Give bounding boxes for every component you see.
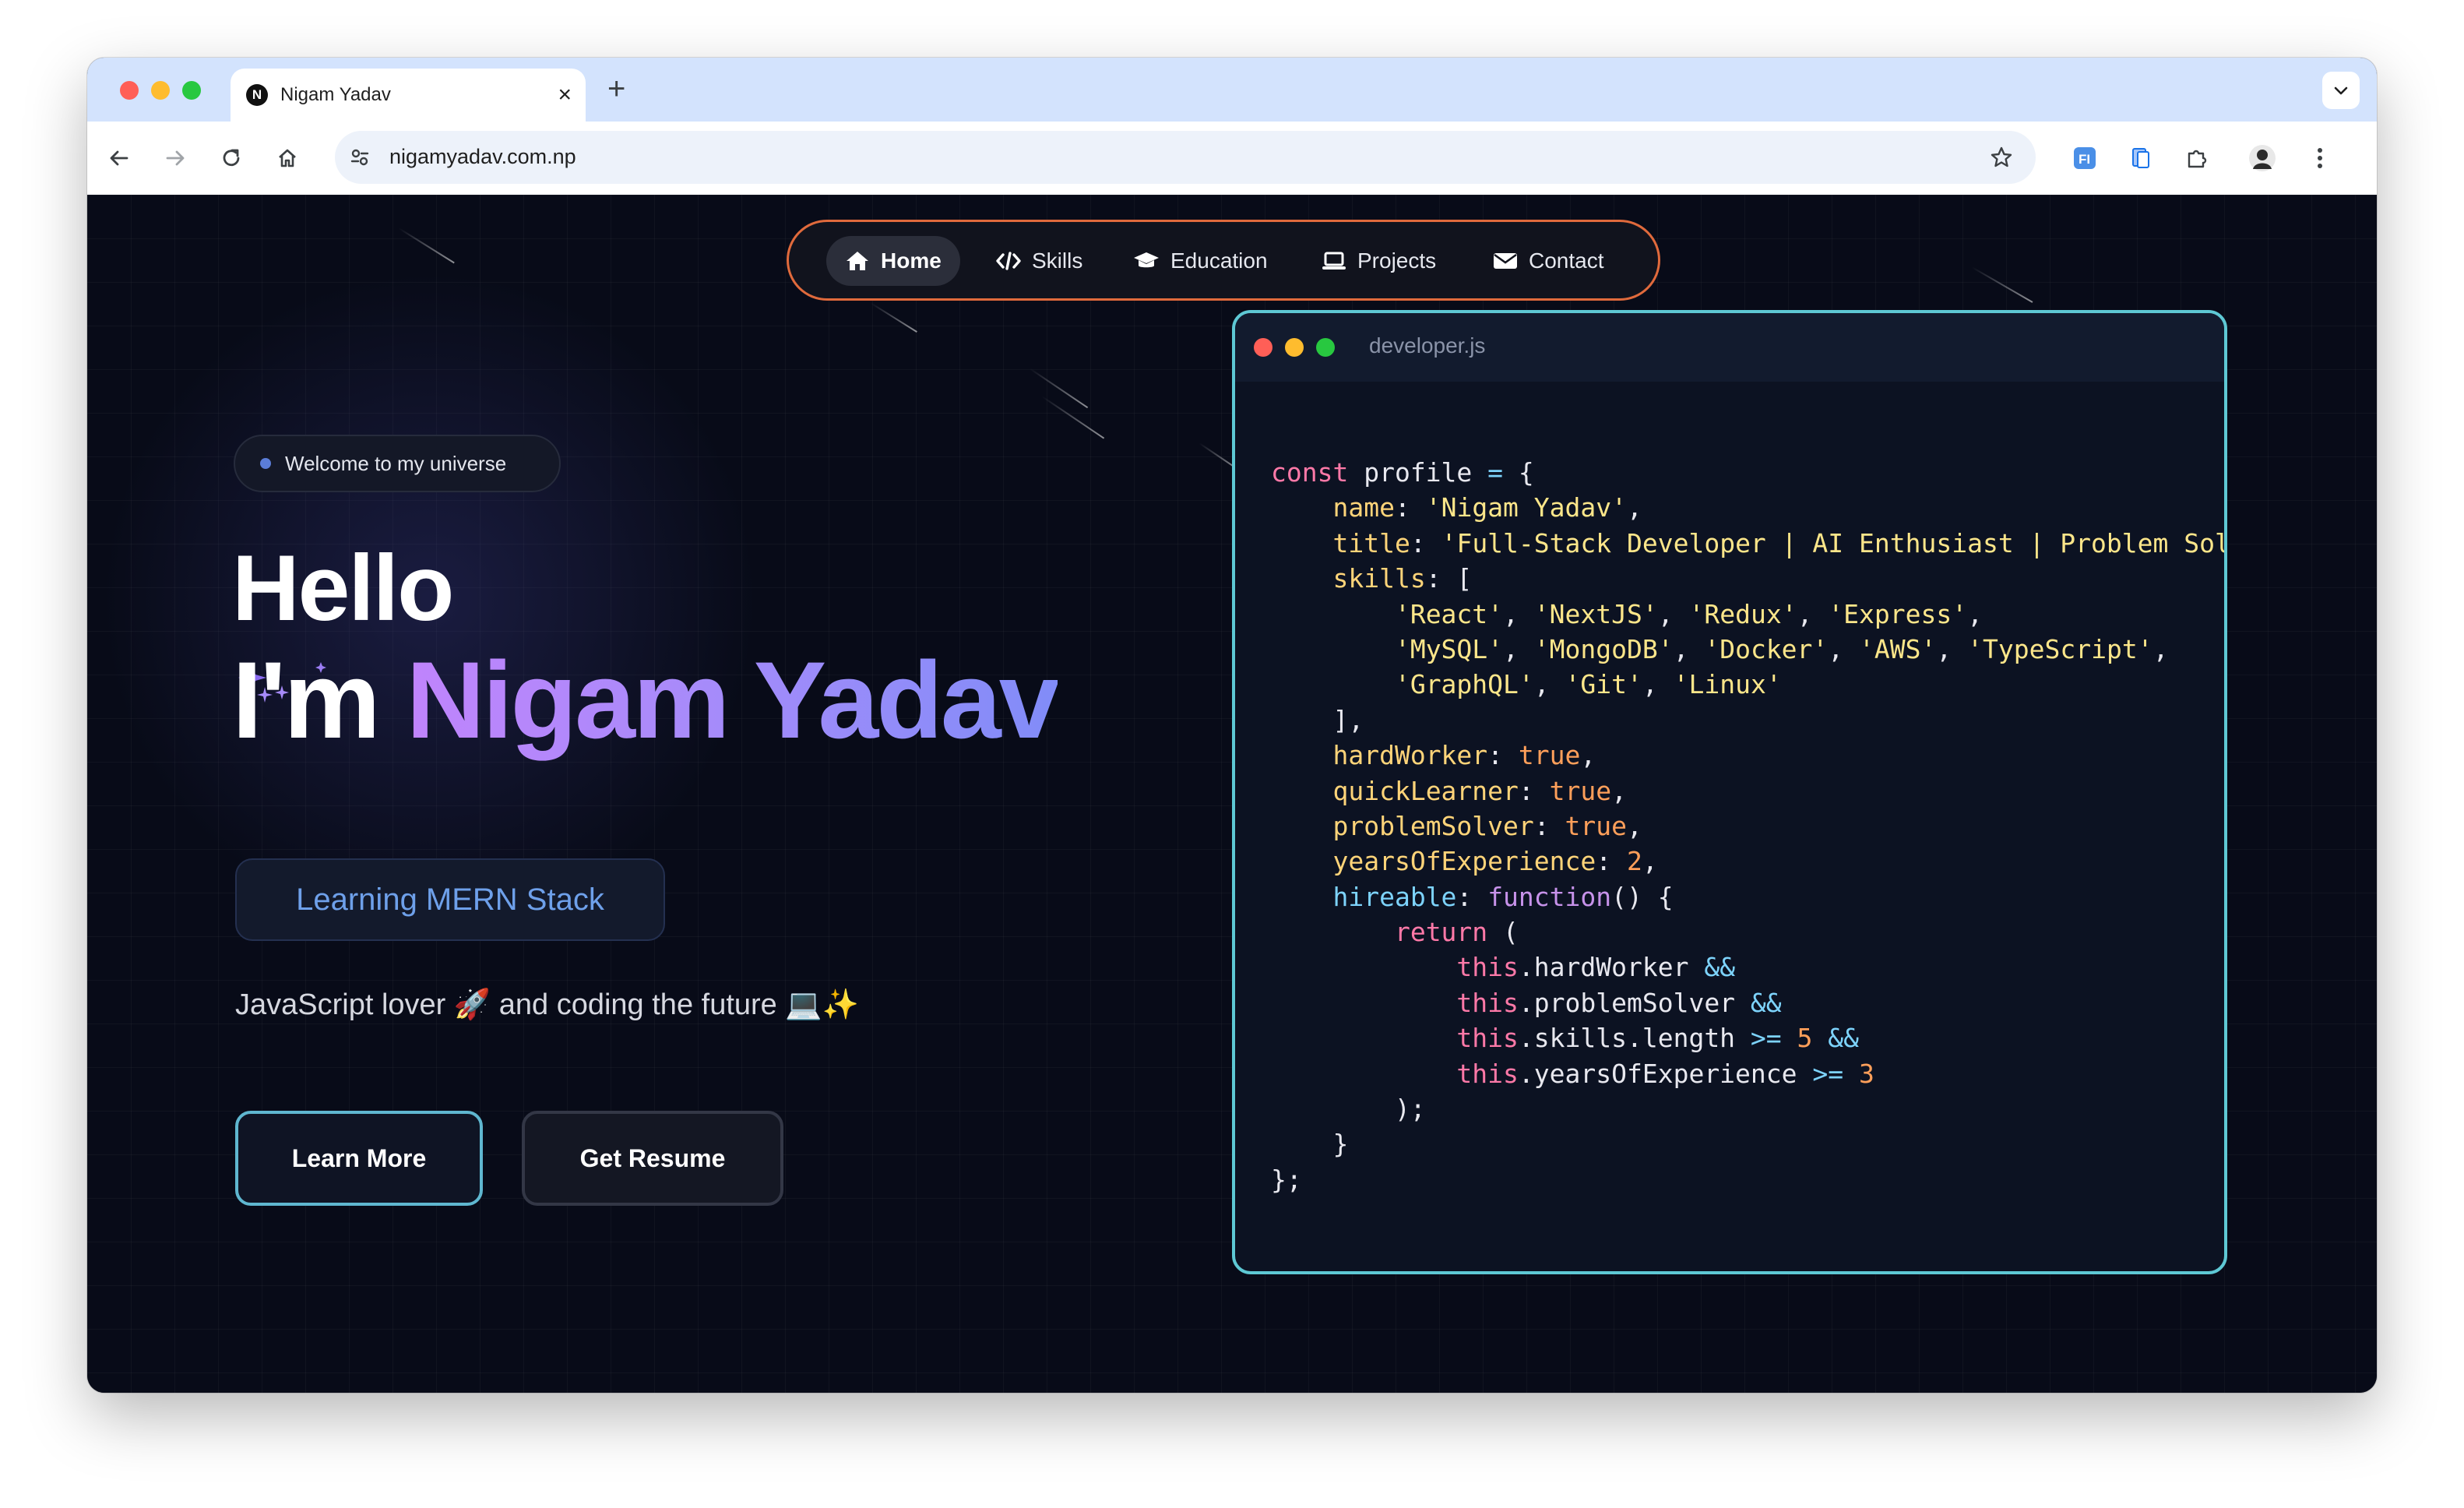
shooting-star <box>1971 266 2033 303</box>
nav-item-skills[interactable]: Skills <box>977 236 1101 286</box>
code-maximize-dot <box>1316 338 1335 357</box>
code-line: } <box>1271 1129 1349 1160</box>
tab-bar: N Nigam Yadav × + <box>87 58 2377 122</box>
typing-text-box: Learning MERN Stack <box>235 858 665 941</box>
nav-item-label: Skills <box>1032 248 1083 273</box>
browser-tab[interactable]: N Nigam Yadav × <box>231 69 586 122</box>
tab-search-button[interactable] <box>2322 72 2360 109</box>
code-icon <box>996 252 1021 270</box>
code-line: hardWorker: true, <box>1332 740 1596 771</box>
nav-item-contact[interactable]: Contact <box>1474 236 1623 286</box>
code-filename: developer.js <box>1369 333 1486 358</box>
minimize-window-button[interactable] <box>151 81 170 100</box>
code-line: skills: [ <box>1332 563 1473 594</box>
hero-tagline: JavaScript lover 🚀 and coding the future… <box>235 988 859 1021</box>
tab-close-icon[interactable]: × <box>558 79 572 111</box>
code-window: developer.js const profile = { name: 'Ni… <box>1232 310 2227 1274</box>
reload-icon[interactable] <box>213 140 249 176</box>
home-icon <box>847 252 868 270</box>
code-snippet: const profile = { name: 'Nigam Yadav', t… <box>1271 455 2227 1197</box>
extension-icon[interactable]: FI <box>2067 140 2103 176</box>
nav-item-label: Education <box>1170 248 1268 273</box>
code-line: quickLearner: true, <box>1332 775 1628 806</box>
bookmark-star-icon[interactable] <box>1984 140 2019 174</box>
browser-window: N Nigam Yadav × + nigamyadav.com.np FI H… <box>87 58 2377 1393</box>
welcome-badge: Welcome to my universe <box>234 435 561 492</box>
nav-item-home[interactable]: Home <box>826 236 960 286</box>
nav-item-projects[interactable]: Projects <box>1303 236 1455 286</box>
code-line: this.skills.length >= 5 && <box>1456 1023 1860 1054</box>
shooting-star <box>870 302 917 333</box>
code-line: 'React', 'NextJS', 'Redux', 'Express', <box>1394 598 1983 629</box>
shooting-star <box>1041 396 1105 439</box>
profile-avatar[interactable] <box>2244 140 2280 176</box>
nav-item-label: Contact <box>1529 248 1604 273</box>
laptop-icon <box>1322 252 1346 270</box>
main-nav: Home Skills Education Projects Contact <box>787 220 1660 301</box>
browser-toolbar: nigamyadav.com.np FI <box>87 122 2377 196</box>
home-icon[interactable] <box>269 140 305 176</box>
code-line: }; <box>1271 1164 1302 1195</box>
code-line: return ( <box>1394 917 1519 948</box>
portfolio-page: Home Skills Education Projects Contact W <box>87 195 2377 1393</box>
code-line: title: 'Full-Stack Developer | AI Enthus… <box>1332 527 2227 558</box>
code-line: ); <box>1271 1094 1426 1125</box>
code-line: 'GraphQL', 'Git', 'Linux' <box>1394 669 1782 700</box>
code-minimize-dot <box>1285 338 1304 357</box>
hero-name-line: I'm Nigam Yadav <box>232 639 1060 761</box>
code-window-header: developer.js <box>1235 313 2224 382</box>
graduation-cap-icon <box>1134 252 1159 268</box>
code-line: ], <box>1271 704 1364 735</box>
address-bar[interactable]: nigamyadav.com.np <box>335 131 2036 184</box>
get-resume-button[interactable]: Get Resume <box>522 1111 783 1206</box>
hero-im: I'm <box>232 639 407 761</box>
typing-text: Learning MERN Stack <box>296 882 604 917</box>
site-settings-icon[interactable] <box>344 142 375 173</box>
shooting-star <box>398 227 455 264</box>
nav-item-education[interactable]: Education <box>1114 236 1287 286</box>
svg-text:FI: FI <box>2079 152 2090 167</box>
hero-hello: Hello <box>232 536 454 640</box>
back-icon[interactable] <box>101 140 137 176</box>
more-menu-icon[interactable] <box>2302 140 2338 176</box>
new-tab-icon[interactable]: + <box>607 70 625 107</box>
puzzle-icon[interactable] <box>2179 140 2215 176</box>
nav-item-label: Projects <box>1357 248 1437 273</box>
reading-mode-icon[interactable] <box>2123 140 2159 176</box>
code-line: const profile = { <box>1271 457 1534 488</box>
chevron-down-icon <box>2334 86 2348 95</box>
learn-more-button[interactable]: Learn More <box>235 1111 483 1206</box>
status-dot <box>260 458 271 469</box>
tab-favicon-icon: N <box>246 84 268 106</box>
forward-icon[interactable] <box>157 140 193 176</box>
code-line: this.yearsOfExperience >= 3 <box>1456 1058 1874 1089</box>
close-window-button[interactable] <box>120 81 139 100</box>
hero-name: Nigam Yadav <box>406 639 1060 761</box>
envelope-icon <box>1494 253 1517 269</box>
code-line: name: 'Nigam Yadav', <box>1332 492 1642 523</box>
nav-item-label: Home <box>881 248 942 273</box>
code-line: yearsOfExperience: 2, <box>1332 846 1658 877</box>
code-line: hireable: function() { <box>1332 881 1674 912</box>
code-line: problemSolver: true, <box>1332 810 1642 841</box>
maximize-window-button[interactable] <box>182 81 201 100</box>
welcome-text: Welcome to my universe <box>285 451 507 475</box>
code-line: this.hardWorker && <box>1456 952 1736 983</box>
code-line: 'MySQL', 'MongoDB', 'Docker', 'AWS', 'Ty… <box>1394 633 2169 664</box>
code-line: this.problemSolver && <box>1456 987 1782 1018</box>
code-close-dot <box>1254 338 1272 357</box>
url-text[interactable]: nigamyadav.com.np <box>389 145 576 169</box>
shooting-star <box>1029 368 1089 409</box>
tab-title: Nigam Yadav <box>280 84 391 105</box>
